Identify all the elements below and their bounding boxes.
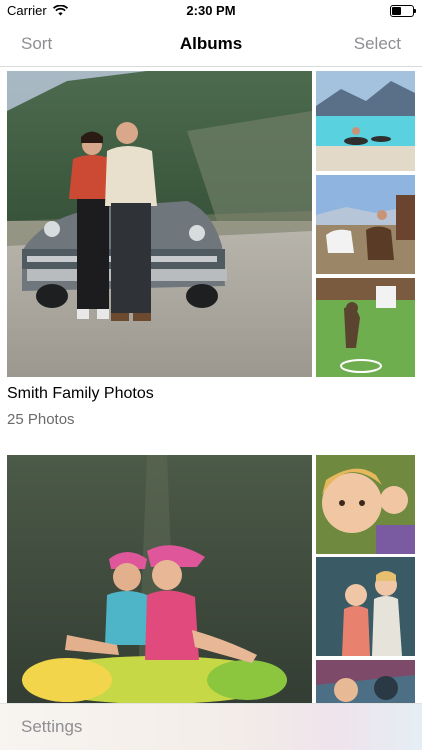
album-thumbnail[interactable]	[316, 660, 415, 705]
albums-screen: Carrier 2:30 PM Sort Albums Select Smith…	[0, 0, 422, 750]
album-cover-photo[interactable]	[7, 455, 312, 705]
bottom-toolbar: Settings	[0, 703, 422, 750]
album-card[interactable]: Smith Family Photos 25 Photos	[0, 71, 422, 431]
status-right	[390, 5, 416, 17]
album-cover-photo[interactable]	[7, 71, 312, 377]
status-time: 2:30 PM	[186, 3, 236, 18]
album-thumbnail[interactable]	[316, 455, 415, 554]
album-card[interactable]	[0, 455, 422, 705]
album-photo-count: 25 Photos	[7, 411, 75, 428]
battery-icon	[390, 5, 416, 17]
album-thumbnail[interactable]	[316, 557, 415, 656]
status-bar: Carrier 2:30 PM	[0, 0, 422, 22]
album-thumbnail[interactable]	[316, 71, 415, 171]
settings-button[interactable]: Settings	[21, 717, 82, 737]
navigation-bar: Sort Albums Select	[0, 22, 422, 67]
album-title: Smith Family Photos	[7, 385, 154, 402]
album-thumbnail[interactable]	[316, 278, 415, 377]
select-button[interactable]: Select	[354, 34, 401, 54]
album-thumbnail[interactable]	[316, 175, 415, 274]
